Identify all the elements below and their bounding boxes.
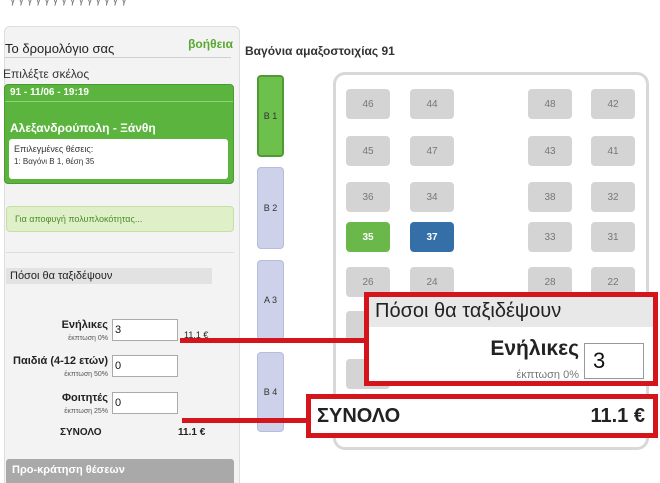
- passenger-discount: έκπτωση 50%: [64, 371, 108, 378]
- zoom-adults-discount: έκπτωση 0%: [516, 369, 579, 379]
- students-input[interactable]: 0: [112, 392, 178, 414]
- info-message[interactable]: Για αποφυγή πολυπλοκότητας...: [6, 206, 234, 232]
- divider: [5, 101, 233, 102]
- zoom-callout-total: ΣΥΝΟΛΟ 11.1 €: [306, 394, 658, 438]
- seat[interactable]: 47: [410, 136, 454, 166]
- selected-seats-title: Επιλεγμένες θέσεις:: [14, 144, 94, 154]
- passenger-label: Ενήλικες: [61, 319, 108, 331]
- route-title: Το δρομολόγιο σας: [5, 41, 115, 56]
- leg-label: Επιλέξτε σκέλος: [3, 67, 90, 81]
- seat[interactable]: 43: [528, 136, 572, 166]
- total-value: 11.1 €: [178, 427, 206, 438]
- divider: [5, 57, 231, 58]
- passenger-row-adults: Ενήλικες έκπτωση 0% 3 11.1 €: [6, 319, 234, 349]
- cropped-header-text: γ γ γ γ γ γ γ γ γ γ γ γ γ γ: [10, 0, 127, 6]
- passenger-label: Φοιτητές: [61, 392, 108, 404]
- seat[interactable]: 45: [346, 136, 390, 166]
- seat[interactable]: 32: [591, 182, 635, 212]
- adults-input[interactable]: 3: [112, 319, 178, 341]
- zoom-callout-passengers: Πόσοι θα ταξιδέψουν Ενήλικες έκπτωση 0% …: [364, 292, 658, 386]
- wagons-title: Βαγόνια αμαξοστοιχίας 91: [245, 44, 395, 58]
- prebook-seats-button[interactable]: Προ-κράτηση θέσεων: [6, 459, 234, 483]
- wagon-tab-b2[interactable]: Β 2: [257, 167, 284, 249]
- seat-selected[interactable]: 35: [346, 222, 390, 252]
- callout-connector: [182, 418, 308, 423]
- leg-date: 91 - 11/06 - 19:19: [10, 87, 89, 98]
- seat[interactable]: 38: [528, 182, 572, 212]
- seat[interactable]: 46: [346, 89, 390, 119]
- callout-connector: [180, 338, 366, 343]
- seat[interactable]: 41: [591, 136, 635, 166]
- wagon-tab-b1[interactable]: Β 1: [257, 75, 284, 157]
- selected-leg[interactable]: 91 - 11/06 - 19:19 Αλεξανδρούπολη - Ξάνθ…: [4, 84, 234, 184]
- passenger-row-children: Παιδιά (4-12 ετών) έκπτωση 50% 0: [6, 355, 234, 385]
- seat[interactable]: 44: [410, 89, 454, 119]
- passenger-discount: έκπτωση 25%: [64, 408, 108, 415]
- seat-current[interactable]: 37: [410, 222, 454, 252]
- seat[interactable]: 36: [346, 182, 390, 212]
- seat[interactable]: 31: [591, 222, 635, 252]
- seat[interactable]: 48: [528, 89, 572, 119]
- seat[interactable]: 34: [410, 182, 454, 212]
- seat[interactable]: 33: [528, 222, 572, 252]
- wagon-tab-a3[interactable]: Α 3: [257, 260, 284, 340]
- total-label: ΣΥΝΟΛΟ: [60, 427, 102, 438]
- zoom-adults-label: Ενήλικες: [490, 337, 579, 360]
- passenger-discount: έκπτωση 0%: [68, 335, 108, 342]
- children-input[interactable]: 0: [112, 355, 178, 377]
- divider: [6, 252, 234, 253]
- help-link[interactable]: βοήθεια: [188, 37, 233, 51]
- zoom-total-label: ΣΥΝΟΛΟ: [317, 405, 401, 427]
- leg-route: Αλεξανδρούπολη - Ξάνθη: [10, 121, 156, 135]
- zoom-total-value: 11.1 €: [590, 405, 645, 427]
- passenger-label: Παιδιά (4-12 ετών): [13, 355, 108, 367]
- passengers-header: Πόσοι θα ταξιδέψουν: [6, 268, 212, 284]
- selected-seats-box: Επιλεγμένες θέσεις: 1: Βαγόνι Β 1, θέση …: [9, 139, 228, 179]
- zoom-adults-input: 3: [584, 343, 644, 379]
- zoom-passengers-header: Πόσοι θα ταξιδέψουν: [369, 297, 653, 327]
- selected-seat-item: 1: Βαγόνι Β 1, θέση 35: [14, 157, 95, 166]
- seat[interactable]: 42: [591, 89, 635, 119]
